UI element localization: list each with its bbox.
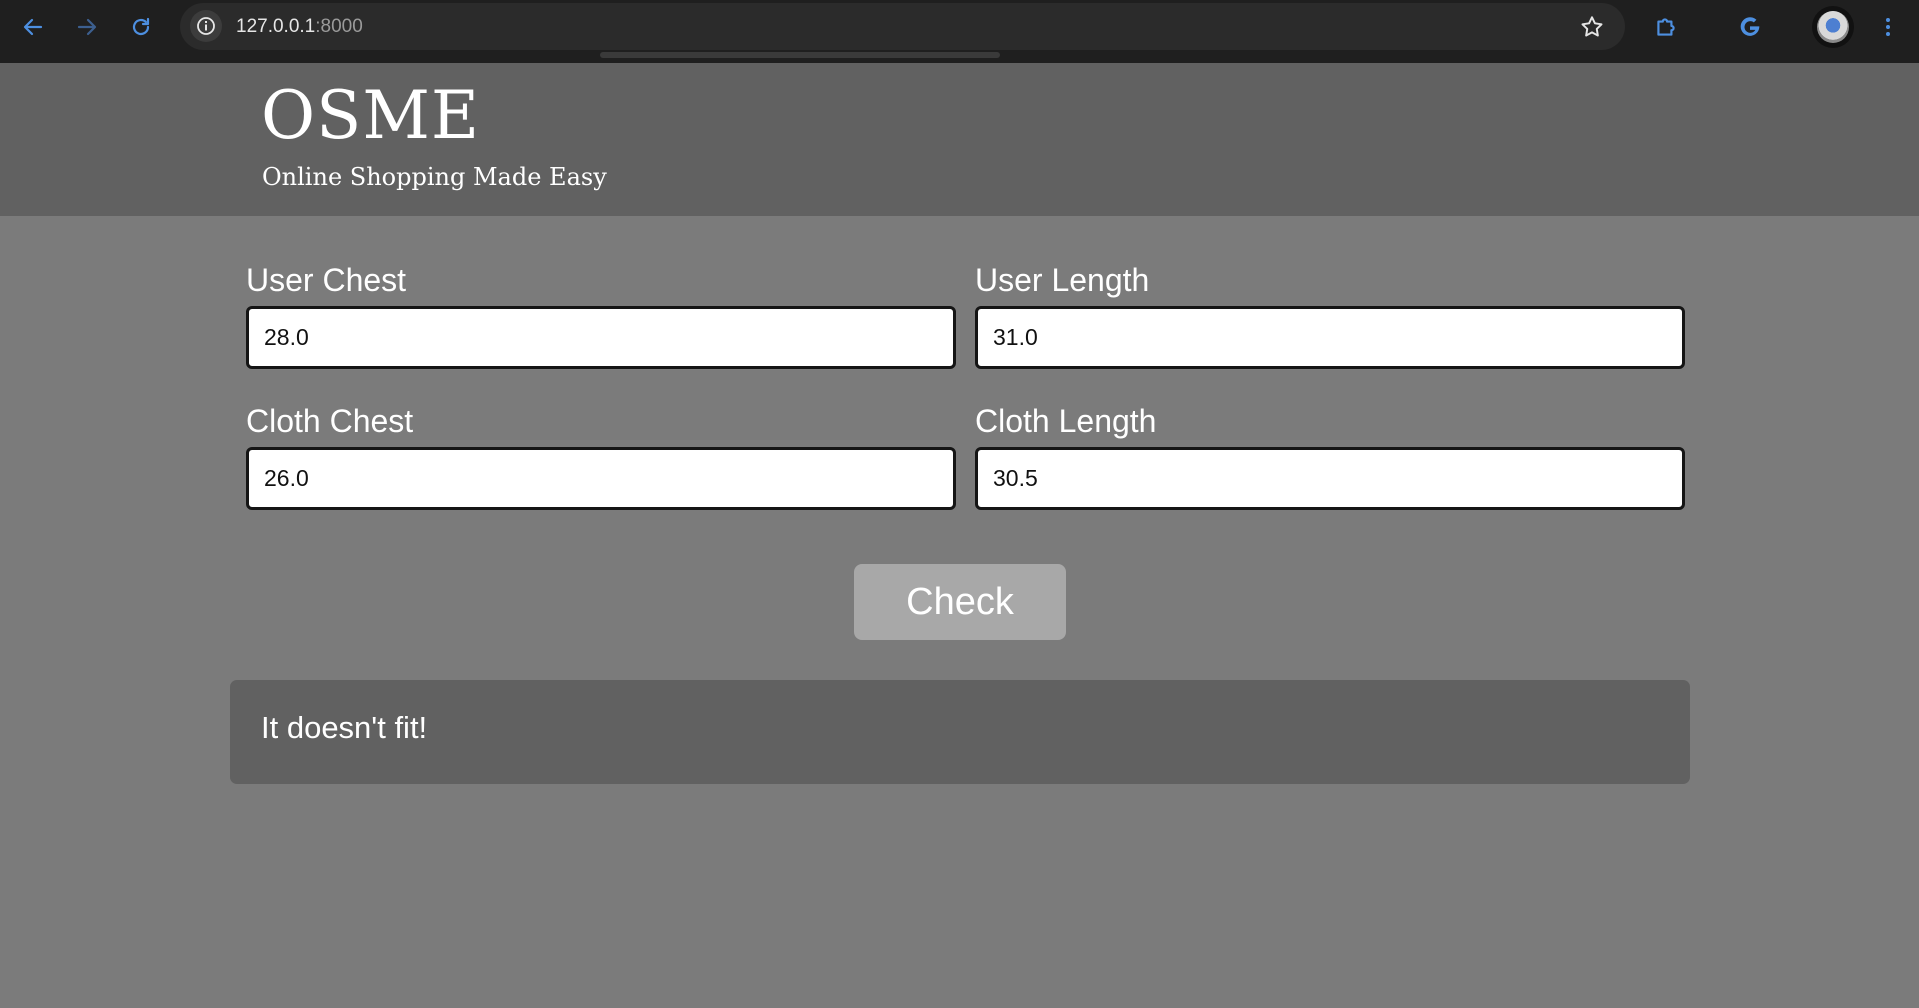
cloth-chest-label: Cloth Chest xyxy=(246,403,414,439)
arrow-left-icon xyxy=(23,18,43,36)
tagline: Online Shopping Made Easy xyxy=(262,163,607,191)
browser-menu-button[interactable] xyxy=(1871,10,1905,44)
result-message: It doesn't fit! xyxy=(261,710,428,745)
star-icon xyxy=(1581,16,1603,37)
back-button[interactable] xyxy=(16,10,50,44)
address-bar[interactable]: 127.0.0.1:8000 xyxy=(180,3,1625,50)
extensions-button[interactable] xyxy=(1649,10,1683,44)
url-host: 127.0.0.1 xyxy=(236,16,316,37)
user-length-label: User Length xyxy=(975,262,1150,298)
cloth-length-input[interactable] xyxy=(975,447,1685,510)
tab-indicator xyxy=(600,52,1000,58)
forward-button[interactable] xyxy=(70,10,104,44)
url-port: :8000 xyxy=(315,16,363,37)
user-chest-label: User Chest xyxy=(246,262,407,298)
cloth-chest-input[interactable] xyxy=(246,447,956,510)
google-icon xyxy=(1740,17,1760,36)
brand-logo[interactable]: OSME xyxy=(261,83,480,149)
cloth-length-label: Cloth Length xyxy=(975,403,1157,439)
result-panel: It doesn't fit! xyxy=(230,680,1690,784)
user-chest-input[interactable] xyxy=(246,306,956,369)
reload-button[interactable] xyxy=(124,10,158,44)
google-button[interactable] xyxy=(1733,10,1767,44)
arrow-right-icon xyxy=(77,18,97,36)
url-text[interactable]: 127.0.0.1:8000 xyxy=(236,16,363,38)
site-header: OSME Online Shopping Made Easy xyxy=(0,63,1919,216)
check-button[interactable]: Check xyxy=(854,564,1066,640)
profile-avatar[interactable] xyxy=(1812,6,1854,48)
reload-icon xyxy=(132,17,150,36)
browser-toolbar: 127.0.0.1:8000 xyxy=(0,0,1919,63)
bookmark-button[interactable] xyxy=(1577,12,1607,42)
site-info-button[interactable] xyxy=(190,10,222,42)
user-length-input[interactable] xyxy=(975,306,1685,369)
info-icon xyxy=(197,17,215,35)
kebab-menu-icon xyxy=(1886,18,1890,36)
puzzle-icon xyxy=(1657,18,1675,36)
avatar-image xyxy=(1817,11,1849,43)
